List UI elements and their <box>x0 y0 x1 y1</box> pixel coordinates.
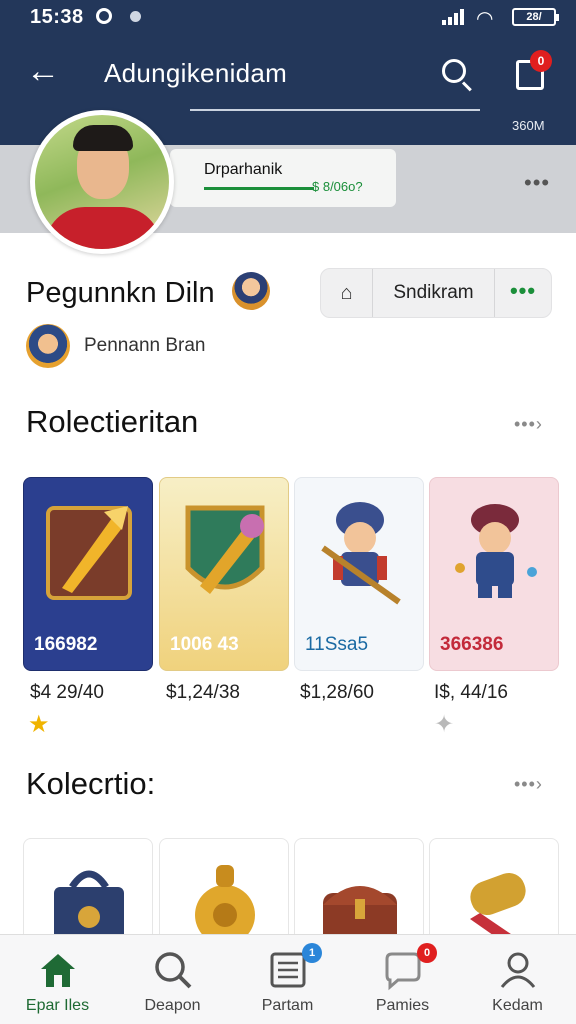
card-value: 1006 43 <box>170 634 239 655</box>
profile-icon <box>500 952 536 988</box>
card-value: 166982 <box>34 634 98 655</box>
cover-value: $ 8/06o? <box>312 179 363 194</box>
star-icon: ★ <box>28 711 50 738</box>
card-price: $1,24/38 <box>166 682 240 703</box>
nav-item-list[interactable]: 1 Partam <box>230 935 345 1024</box>
status-time: 15:38 <box>30 6 84 28</box>
collection-card[interactable] <box>429 838 559 948</box>
follow-button[interactable]: Sndikram <box>373 269 495 317</box>
page-title: Adungikenidam <box>104 58 288 88</box>
collection-card[interactable] <box>294 838 424 948</box>
wifi-icon: ◠ <box>476 8 494 30</box>
nav-badge: 0 <box>417 943 437 963</box>
card-price: $1,28/60 <box>300 682 374 703</box>
bottom-navigation: Epar Iles Deapon 1 Partam 0 Pamies Kedam <box>0 934 576 1024</box>
card-price: $4 29/40 <box>30 682 104 703</box>
search-button[interactable] <box>440 57 474 92</box>
collection-card[interactable]: 366386 <box>429 477 559 671</box>
sparkle-icon: ✦ <box>434 711 455 738</box>
section-title-collection: Rolectieritan <box>26 404 199 439</box>
search-icon <box>155 952 192 989</box>
shield-art-icon <box>185 505 265 594</box>
notification-icon <box>96 8 112 24</box>
header-count: 360M <box>512 118 545 133</box>
nav-item-search[interactable]: Deapon <box>115 935 230 1024</box>
sync-icon <box>130 11 141 22</box>
profile-avatar[interactable] <box>30 110 174 254</box>
cart-badge: 0 <box>530 50 552 72</box>
section-more-button[interactable]: •••› <box>514 414 543 435</box>
collection-card[interactable] <box>159 838 289 948</box>
nav-badge: 1 <box>302 943 322 963</box>
search-icon <box>442 59 466 83</box>
battery-icon: 28/ <box>512 8 559 26</box>
cover-name: Drparhanik <box>204 161 283 178</box>
nav-item-home[interactable]: Epar Iles <box>0 935 115 1024</box>
more-options-button[interactable]: ••• <box>495 269 551 317</box>
collection-card[interactable]: 1006 43 <box>159 477 289 671</box>
nav-label: Partam <box>261 997 314 1014</box>
collection-card[interactable] <box>23 838 153 948</box>
section-title-collection-2: Kolecrtio: <box>26 766 156 801</box>
soldier-art-icon <box>321 502 401 605</box>
signal-icon <box>442 9 468 25</box>
profile-actions: ⌂ Sndikram ••• <box>320 268 552 318</box>
card-price: I$, 44/16 <box>434 682 508 703</box>
cover-info-card[interactable]: Drparhanik $ 8/06o? <box>170 149 396 207</box>
nav-label: Epar Iles <box>25 997 90 1014</box>
nav-label: Pamies <box>375 997 430 1014</box>
status-bar: 15:38 ◠ 28/ <box>0 0 576 34</box>
collection-card[interactable]: 166982 <box>23 477 153 671</box>
card-value: 366386 <box>440 634 504 655</box>
section-more-button[interactable]: •••› <box>514 774 543 795</box>
nav-item-profile[interactable]: Kedam <box>460 935 575 1024</box>
home-icon <box>41 954 75 987</box>
header-divider <box>190 109 480 111</box>
back-button[interactable]: ← <box>26 54 64 90</box>
sub-avatar[interactable] <box>26 324 70 368</box>
sword-art-icon <box>46 506 132 600</box>
card-value: 11Ssa5 <box>305 634 369 655</box>
nav-label: Deapon <box>144 997 201 1014</box>
share-button[interactable]: ⌂ <box>321 269 373 317</box>
nav-item-chat[interactable]: 0 Pamies <box>345 935 460 1024</box>
profile-name: Pegunnkn Diln <box>26 277 215 309</box>
nav-label: Kedam <box>492 997 543 1014</box>
share-icon: ⌂ <box>340 282 353 304</box>
collection-card[interactable]: 11Ssa5 <box>294 477 424 671</box>
cover-more-button[interactable]: ••• <box>524 170 550 196</box>
progress-bar <box>204 187 314 190</box>
character-art-icon <box>455 504 537 598</box>
character-badge-icon <box>232 272 270 310</box>
sub-profile-name[interactable]: Pennann Bran <box>84 335 206 357</box>
